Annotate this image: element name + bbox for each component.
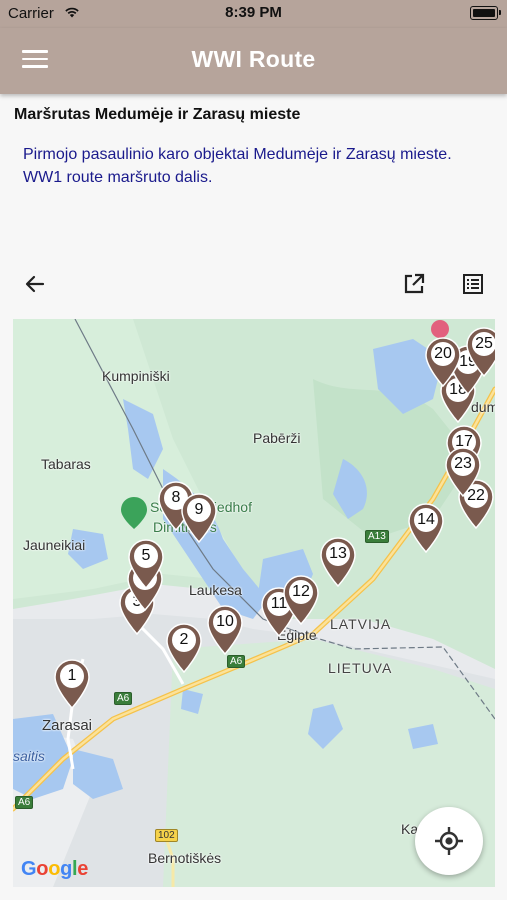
road-shield: A6: [114, 692, 133, 705]
my-location-button[interactable]: [415, 807, 483, 875]
place-label: saitis: [13, 748, 45, 764]
place-label: Bernotiškės: [148, 850, 222, 866]
open-external-icon[interactable]: [400, 270, 428, 298]
clock: 8:39 PM: [225, 4, 282, 21]
back-arrow-icon[interactable]: [21, 270, 49, 298]
route-description: Pirmojo pasaulinio karo objektai Medumėj…: [23, 146, 452, 186]
route-marker-13[interactable]: 13: [319, 537, 357, 587]
route-heading: Maršrutas Medumėje ir Zarasų mieste: [14, 106, 301, 123]
road-shield: A6: [227, 655, 246, 668]
app-bar: WWI Route: [0, 28, 507, 94]
road-shield: A6: [15, 796, 34, 809]
route-marker-25[interactable]: 25: [465, 327, 495, 377]
google-logo: Google: [21, 858, 89, 880]
road-shield: A13: [365, 530, 389, 543]
my-location-icon: [435, 827, 463, 855]
route-marker-1[interactable]: 1: [53, 659, 91, 709]
map-base: [13, 319, 495, 887]
route-marker-10[interactable]: 10: [206, 605, 244, 655]
road-shield: 102: [155, 829, 178, 842]
route-marker-20[interactable]: 20: [424, 337, 462, 387]
place-label: Tabaras: [41, 456, 91, 472]
route-marker-5[interactable]: 5: [127, 539, 165, 589]
status-bar: Carrier 8:39 PM: [0, 0, 507, 28]
place-label: Zarasai: [42, 717, 93, 734]
route-marker-2[interactable]: 2: [165, 623, 203, 673]
route-marker-9[interactable]: 9: [180, 493, 218, 543]
place-label: Jauneikiai: [23, 537, 86, 553]
route-marker-14[interactable]: 14: [407, 503, 445, 553]
place-label: LIETUVA: [328, 660, 393, 676]
place-label: Kumpiniški: [102, 368, 170, 384]
route-marker-23[interactable]: 23: [444, 447, 482, 497]
list-icon[interactable]: [459, 270, 487, 298]
route-map[interactable]: Kumpiniški Tabaras Pabērži Soldatenfried…: [13, 319, 495, 887]
place-label: Pabērži: [253, 430, 301, 446]
app-title: WWI Route: [191, 46, 316, 72]
place-label: Laukesa: [189, 582, 242, 598]
battery-icon: [470, 6, 501, 20]
place-label: LATVIJA: [330, 616, 392, 632]
route-marker-12[interactable]: 12: [282, 575, 320, 625]
